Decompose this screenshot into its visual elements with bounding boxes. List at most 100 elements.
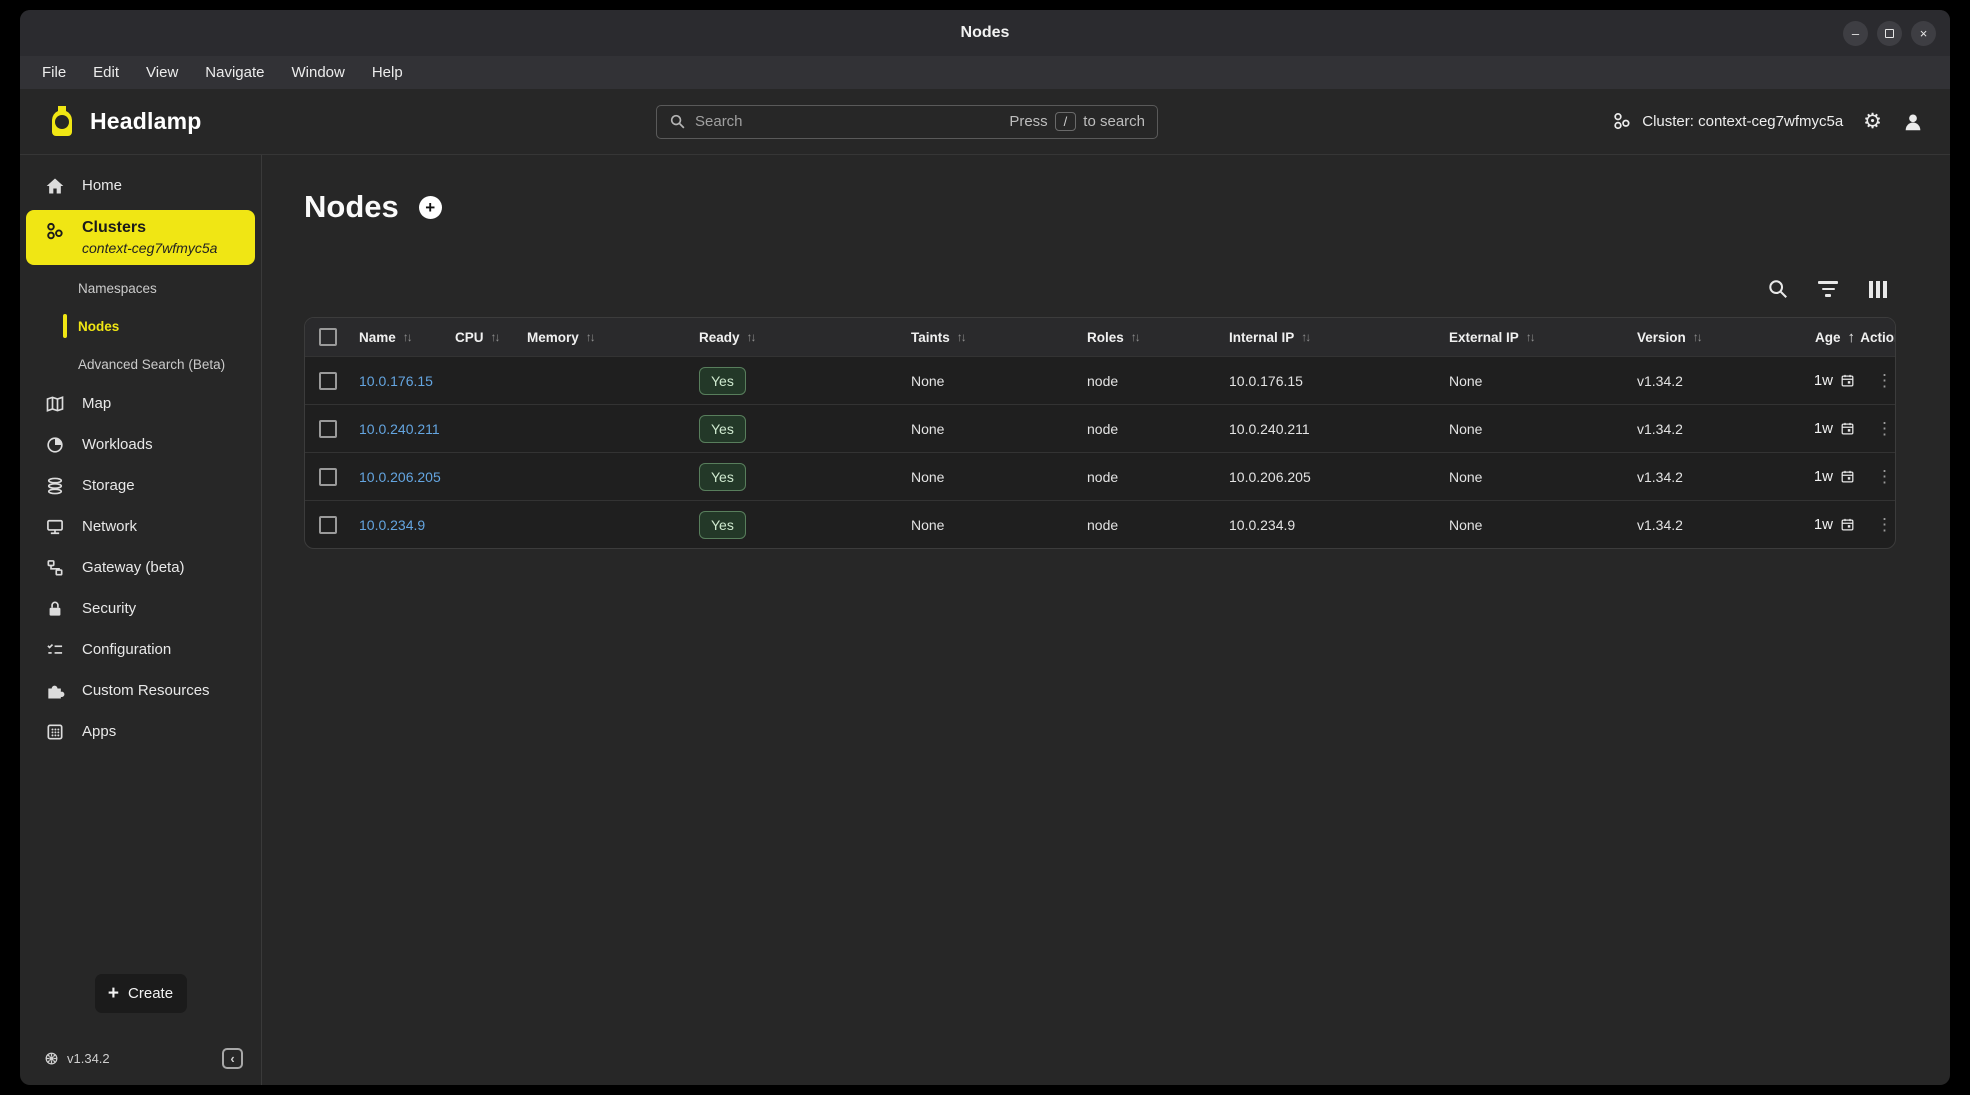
workloads-icon — [44, 434, 65, 455]
sidebar-item-apps[interactable]: Apps — [20, 711, 261, 752]
row-checkbox[interactable] — [319, 420, 337, 438]
create-button[interactable]: + Create — [95, 974, 187, 1013]
sidebar-item-storage[interactable]: Storage — [20, 465, 261, 506]
column-header-external-ip[interactable]: External IP↑↓ — [1449, 330, 1637, 345]
age-cell: 1w — [1771, 516, 1857, 533]
cluster-selector[interactable]: Cluster: context-ceg7wfmyc5a — [1611, 111, 1843, 132]
cluster-label: Cluster: context-ceg7wfmyc5a — [1642, 113, 1843, 130]
sidebar-item-map[interactable]: Map — [20, 383, 261, 424]
brand[interactable]: Headlamp — [46, 105, 202, 139]
row-checkbox[interactable] — [319, 372, 337, 390]
select-all-checkbox[interactable] — [319, 328, 337, 346]
version-label: v1.34.2 — [67, 1051, 110, 1066]
global-search[interactable]: Press / to search — [656, 105, 1158, 139]
table-header-row: Name↑↓ CPU↑↓ Memory↑↓ Ready↑↓ Taints↑↓ R… — [305, 318, 1895, 356]
sidebar-item-advanced-search[interactable]: Advanced Search (Beta) — [20, 345, 261, 383]
menu-bar: File Edit View Navigate Window Help — [20, 56, 1950, 89]
sidebar-item-network[interactable]: Network — [20, 506, 261, 547]
column-header-name[interactable]: Name↑↓ — [359, 330, 455, 345]
internal-ip-cell: 10.0.206.205 — [1229, 469, 1449, 485]
sidebar-item-nodes[interactable]: Nodes — [20, 307, 261, 345]
sidebar-item-security[interactable]: Security — [20, 588, 261, 629]
search-input[interactable] — [695, 113, 1000, 130]
node-name-link[interactable]: 10.0.176.15 — [359, 373, 455, 389]
sort-icon: ↑↓ — [586, 330, 594, 344]
column-header-internal-ip[interactable]: Internal IP↑↓ — [1229, 330, 1449, 345]
kubernetes-version-icon — [44, 1051, 59, 1066]
close-button[interactable]: × — [1911, 21, 1936, 46]
search-shortcut-hint: Press / to search — [1009, 112, 1145, 131]
node-name-link[interactable]: 10.0.240.211 — [359, 421, 455, 437]
column-header-age[interactable]: Age↑ — [1771, 329, 1857, 346]
apps-grid-icon — [44, 721, 65, 742]
table-row: 10.0.206.205 Yes None node 10.0.206.205 … — [305, 452, 1895, 500]
puzzle-icon — [44, 680, 65, 701]
column-header-memory[interactable]: Memory↑↓ — [527, 330, 699, 345]
sidebar-item-clusters[interactable]: Clusters context-ceg7wfmyc5a — [26, 210, 255, 265]
maximize-button[interactable] — [1877, 21, 1902, 46]
version-cell: v1.34.2 — [1637, 517, 1771, 533]
sort-icon: ↑↓ — [1526, 330, 1534, 344]
row-actions-menu[interactable]: ⋮ — [1876, 419, 1894, 439]
version-cell: v1.34.2 — [1637, 373, 1771, 389]
ready-status-badge: Yes — [699, 511, 746, 539]
page-title: Nodes — [304, 189, 399, 225]
title-bar[interactable]: Nodes – × — [20, 10, 1950, 56]
sidebar-item-configuration[interactable]: Configuration — [20, 629, 261, 670]
menu-help[interactable]: Help — [372, 64, 403, 81]
taints-cell: None — [911, 469, 1087, 485]
menu-view[interactable]: View — [146, 64, 178, 81]
row-actions-menu[interactable]: ⋮ — [1876, 467, 1894, 487]
taints-cell: None — [911, 517, 1087, 533]
app-bar: Headlamp Press / to search — [20, 89, 1950, 155]
column-header-ready[interactable]: Ready↑↓ — [699, 330, 911, 345]
columns-icon[interactable] — [1866, 277, 1890, 301]
search-icon — [669, 113, 686, 130]
row-actions-menu[interactable]: ⋮ — [1876, 515, 1894, 535]
node-name-link[interactable]: 10.0.234.9 — [359, 517, 455, 533]
menu-edit[interactable]: Edit — [93, 64, 119, 81]
sidebar-item-custom-resources[interactable]: Custom Resources — [20, 670, 261, 711]
settings-gear-icon[interactable]: ⚙ — [1863, 109, 1882, 134]
cluster-icon — [1611, 111, 1632, 132]
row-checkbox[interactable] — [319, 516, 337, 534]
brand-name: Headlamp — [90, 108, 202, 135]
row-actions-menu[interactable]: ⋮ — [1876, 371, 1894, 391]
headlamp-logo-icon — [46, 105, 78, 139]
menu-window[interactable]: Window — [291, 64, 344, 81]
menu-file[interactable]: File — [42, 64, 66, 81]
column-header-cpu[interactable]: CPU↑↓ — [455, 330, 527, 345]
gateway-icon — [44, 557, 65, 578]
column-header-taints[interactable]: Taints↑↓ — [911, 330, 1087, 345]
sidebar-item-gateway[interactable]: Gateway (beta) — [20, 547, 261, 588]
lock-icon — [44, 598, 65, 619]
sidebar: Home Clusters context-ceg7wfmyc5a Namesp… — [20, 155, 262, 1085]
sidebar-item-workloads[interactable]: Workloads — [20, 424, 261, 465]
minimize-button[interactable]: – — [1843, 21, 1868, 46]
storage-icon — [44, 475, 65, 496]
ready-status-badge: Yes — [699, 463, 746, 491]
sidebar-collapse-button[interactable]: ‹ — [222, 1048, 243, 1069]
ready-status-badge: Yes — [699, 367, 746, 395]
sort-icon: ↑↓ — [1301, 330, 1309, 344]
sidebar-item-home[interactable]: Home — [20, 165, 261, 206]
cluster-context-label: context-ceg7wfmyc5a — [82, 240, 217, 256]
appbar-right: Cluster: context-ceg7wfmyc5a ⚙ — [1611, 109, 1924, 134]
internal-ip-cell: 10.0.234.9 — [1229, 517, 1449, 533]
node-name-link[interactable]: 10.0.206.205 — [359, 469, 455, 485]
app-window: Nodes – × File Edit View Navigate Window… — [20, 10, 1950, 1085]
table-search-icon[interactable] — [1766, 277, 1790, 301]
filter-icon[interactable] — [1816, 277, 1840, 301]
column-header-version[interactable]: Version↑↓ — [1637, 330, 1771, 345]
user-account-icon[interactable] — [1902, 111, 1924, 133]
create-node-button[interactable]: + — [419, 196, 442, 219]
table-row: 10.0.176.15 Yes None node 10.0.176.15 No… — [305, 356, 1895, 404]
row-checkbox[interactable] — [319, 468, 337, 486]
menu-navigate[interactable]: Navigate — [205, 64, 264, 81]
taints-cell: None — [911, 421, 1087, 437]
sidebar-item-namespaces[interactable]: Namespaces — [20, 269, 261, 307]
home-icon — [44, 175, 65, 196]
calendar-icon — [1840, 421, 1855, 436]
column-header-roles[interactable]: Roles↑↓ — [1087, 330, 1229, 345]
roles-cell: node — [1087, 469, 1229, 485]
